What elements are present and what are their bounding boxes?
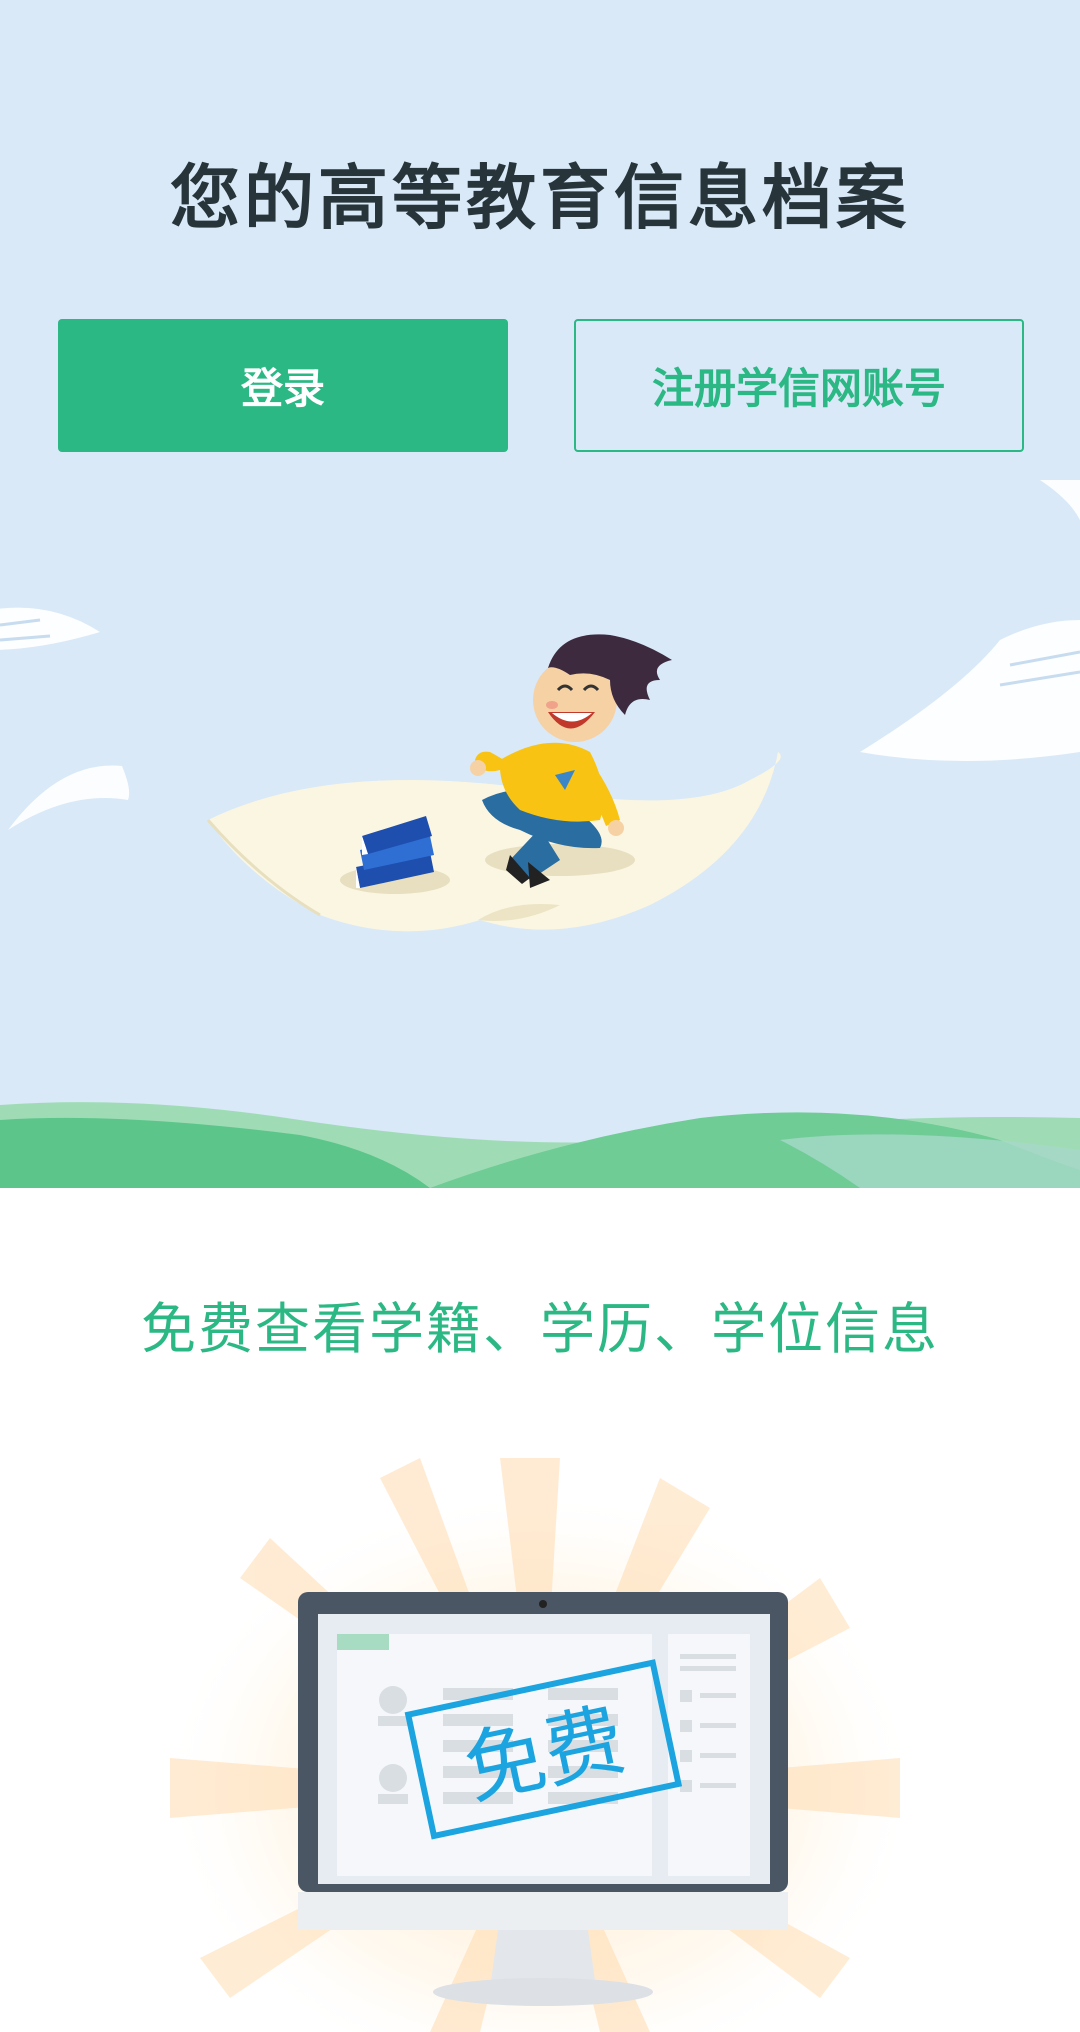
login-button[interactable]: 登录 bbox=[58, 319, 508, 452]
flying-paper-right-icon bbox=[860, 620, 1080, 761]
free-info-title: 免费查看学籍、学历、学位信息 bbox=[140, 1297, 939, 1361]
monitor-illustration: 免费 bbox=[160, 1458, 920, 2032]
register-account-button[interactable]: 注册学信网账号 bbox=[574, 319, 1024, 452]
paper-carpet-icon bbox=[206, 752, 781, 932]
green-hills-icon bbox=[0, 1102, 1080, 1188]
page: 您的高等教育信息档案 登录 注册学信网账号 免费查看学籍、学历、学位信息 免费 bbox=[0, 0, 1080, 2032]
flying-paper-left-icon bbox=[0, 607, 100, 650]
flying-paper-small-icon bbox=[8, 765, 130, 830]
hero-banner: 您的高等教育信息档案 登录 注册学信网账号 bbox=[0, 0, 1080, 1188]
page-title: 您的高等教育信息档案 bbox=[170, 157, 910, 239]
free-info-section: 免费查看学籍、学历、学位信息 免费 bbox=[0, 1188, 1080, 2032]
